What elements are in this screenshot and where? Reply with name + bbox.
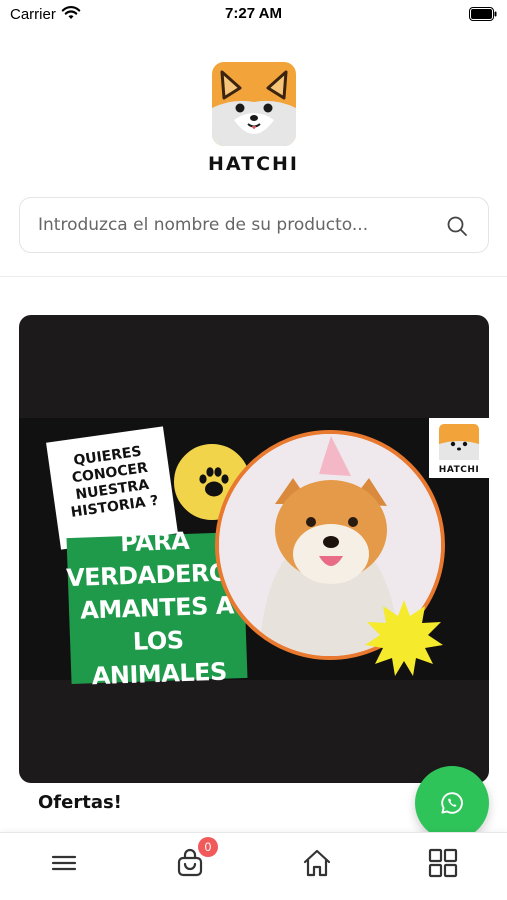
status-bar: Carrier 7:27 AM: [0, 0, 507, 30]
search-icon[interactable]: [446, 215, 468, 237]
mini-logo-icon: [439, 424, 479, 460]
brand-header: HATCHI: [0, 62, 507, 175]
clock: 7:27 AM: [225, 5, 282, 22]
search-bar[interactable]: [19, 197, 489, 253]
mini-logo-text: HATCHI: [438, 465, 480, 475]
mini-logo: HATCHI: [429, 418, 489, 478]
bottom-nav: 0: [0, 832, 507, 900]
history-question: QUIERES CONOCER NUESTRA HISTORIA ?: [69, 443, 160, 521]
promo-banner[interactable]: QUIERES CONOCER NUESTRA HISTORIA ? PARA …: [19, 315, 489, 783]
whatsapp-icon: [441, 792, 463, 814]
logo-icon: [211, 62, 296, 146]
home-icon[interactable]: [301, 847, 333, 879]
starburst-icon: [365, 600, 443, 676]
grid-icon[interactable]: [427, 847, 459, 879]
divider: [0, 276, 507, 277]
banner-artwork: QUIERES CONOCER NUESTRA HISTORIA ? PARA …: [19, 418, 489, 690]
brand-name: HATCHI: [207, 153, 299, 175]
battery-icon: [469, 7, 497, 21]
cart-count-badge: 0: [198, 837, 218, 857]
whatsapp-button[interactable]: [415, 766, 489, 840]
menu-icon[interactable]: [48, 847, 80, 879]
offers-title: Ofertas!: [38, 792, 122, 813]
search-input[interactable]: [38, 198, 438, 252]
